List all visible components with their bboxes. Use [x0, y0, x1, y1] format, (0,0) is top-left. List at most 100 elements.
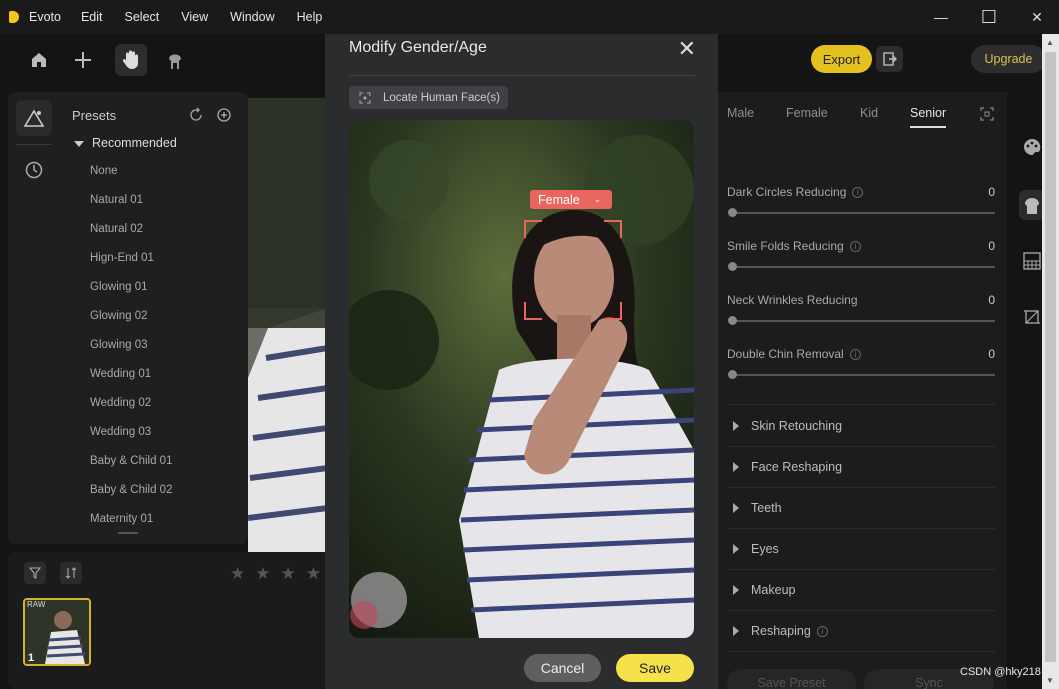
- tab-kid[interactable]: Kid: [860, 106, 878, 120]
- palette-icon[interactable]: [1023, 138, 1041, 161]
- preset-group-recommended[interactable]: Recommended: [74, 136, 177, 150]
- compare-icon[interactable]: [980, 107, 994, 126]
- info-icon[interactable]: i: [849, 349, 861, 361]
- face-detection-box[interactable]: [524, 220, 622, 320]
- tab-female[interactable]: Female: [786, 106, 828, 120]
- slider-label: Neck Wrinkles Reducing: [727, 293, 858, 307]
- preset-item[interactable]: Natural 02: [90, 223, 143, 235]
- cancel-button[interactable]: Cancel: [524, 654, 601, 682]
- preset-item[interactable]: Maternity 01: [90, 513, 153, 525]
- slider-label: Dark Circles Reducing i: [727, 185, 864, 199]
- accordion-makeup[interactable]: Makeup: [727, 570, 995, 611]
- menu-select[interactable]: Select: [125, 10, 160, 24]
- star-icon[interactable]: ★: [230, 564, 245, 584]
- preset-item[interactable]: Wedding 03: [90, 426, 151, 438]
- info-icon[interactable]: i: [852, 187, 864, 199]
- locate-faces-button[interactable]: Locate Human Face(s): [349, 86, 508, 109]
- hand-tool-icon[interactable]: [115, 44, 147, 76]
- preset-item[interactable]: None: [90, 165, 118, 177]
- maximize-button[interactable]: ☐: [964, 0, 1014, 34]
- caret-right-icon: [733, 585, 739, 595]
- slider-track[interactable]: [730, 212, 995, 214]
- save-button[interactable]: Save: [616, 654, 694, 682]
- slider-value: 0: [988, 347, 995, 361]
- reset-icon[interactable]: [188, 107, 204, 128]
- star-icon[interactable]: ★: [306, 564, 321, 584]
- accordion-skin-retouching[interactable]: Skin Retouching: [727, 406, 995, 447]
- home-icon[interactable]: [23, 44, 55, 76]
- scroll-down-icon[interactable]: ▼: [1046, 676, 1054, 685]
- preset-item[interactable]: Baby & Child 01: [90, 455, 172, 467]
- add-preset-icon[interactable]: [216, 107, 232, 128]
- slider-track[interactable]: [730, 320, 995, 322]
- info-icon[interactable]: i: [816, 625, 828, 637]
- filmstrip: ★ ★ ★ ★ RAW 1: [8, 552, 328, 689]
- presets-scrollbar[interactable]: [118, 532, 138, 534]
- retouch-tool-icon[interactable]: [159, 44, 191, 76]
- preset-item[interactable]: Wedding 02: [90, 397, 151, 409]
- face-box-corner: [604, 302, 622, 320]
- menu-edit[interactable]: Edit: [81, 10, 103, 24]
- slider-track[interactable]: [730, 266, 995, 268]
- tab-male[interactable]: Male: [727, 106, 754, 120]
- preset-item[interactable]: Glowing 03: [90, 339, 148, 351]
- rating-stars[interactable]: ★ ★ ★ ★: [230, 564, 321, 584]
- preset-item[interactable]: Natural 01: [90, 194, 143, 206]
- accordion-teeth[interactable]: Teeth: [727, 488, 995, 529]
- slider-label: Double Chin Removal i: [727, 347, 861, 361]
- info-icon[interactable]: i: [849, 241, 861, 253]
- dialog-title: Modify Gender/Age: [349, 39, 487, 56]
- gender-selector[interactable]: Female ⌄: [530, 190, 612, 209]
- crop-tool-icon[interactable]: [1023, 308, 1041, 331]
- background-tool-icon[interactable]: [1023, 252, 1041, 275]
- upgrade-button[interactable]: Upgrade: [971, 45, 1046, 73]
- scrollbar-thumb[interactable]: [1045, 52, 1056, 662]
- tab-underline: [910, 126, 946, 128]
- star-icon[interactable]: ★: [255, 564, 270, 584]
- preset-item[interactable]: Glowing 02: [90, 310, 148, 322]
- slider-knob[interactable]: [728, 316, 737, 325]
- caret-right-icon: [733, 626, 739, 636]
- presets-panel: Presets Recommended None Natural 01 Natu…: [8, 92, 248, 544]
- preset-item[interactable]: Glowing 01: [90, 281, 148, 293]
- rail-divider: [16, 144, 52, 145]
- watermark: CSDN @hky218: [960, 666, 1041, 678]
- preset-item[interactable]: Hign-End 01: [90, 252, 154, 264]
- app-area: Export Upgrade Presets Recommended None …: [0, 34, 1059, 689]
- close-window-button[interactable]: ✕: [1012, 0, 1059, 34]
- history-icon[interactable]: [16, 152, 52, 188]
- slider-track[interactable]: [730, 374, 995, 376]
- sort-icon[interactable]: [60, 562, 82, 584]
- window-scrollbar[interactable]: ▲ ▼: [1042, 34, 1059, 689]
- close-icon[interactable]: ✕: [678, 36, 696, 62]
- presets-tab-icon[interactable]: [16, 100, 52, 136]
- slider-label-text: Dark Circles Reducing: [727, 185, 847, 199]
- accordion-face-reshaping[interactable]: Face Reshaping: [727, 447, 995, 488]
- slider-knob[interactable]: [728, 370, 737, 379]
- export-button[interactable]: Export: [811, 45, 872, 73]
- add-icon[interactable]: [67, 44, 99, 76]
- slider-value: 0: [988, 293, 995, 307]
- star-icon[interactable]: ★: [281, 564, 296, 584]
- slider-label-text: Double Chin Removal: [727, 347, 844, 361]
- accordion-label: Teeth: [751, 501, 782, 515]
- accordion-reshaping[interactable]: Reshaping i: [727, 611, 995, 652]
- slider-knob[interactable]: [728, 262, 737, 271]
- preset-item[interactable]: Baby & Child 02: [90, 484, 172, 496]
- export-settings-icon[interactable]: [876, 46, 903, 72]
- thumbnail[interactable]: RAW 1: [23, 598, 91, 666]
- accordion-eyes[interactable]: Eyes: [727, 529, 995, 570]
- menu-view[interactable]: View: [181, 10, 208, 24]
- minimize-button[interactable]: —: [916, 0, 966, 34]
- save-preset-button[interactable]: Save Preset: [727, 669, 856, 689]
- menu-help[interactable]: Help: [297, 10, 323, 24]
- tab-senior[interactable]: Senior: [910, 106, 946, 120]
- slider-knob[interactable]: [728, 208, 737, 217]
- preset-item[interactable]: Wedding 01: [90, 368, 151, 380]
- portrait-photo: Female ⌄: [349, 120, 694, 638]
- slider-label-text: Neck Wrinkles Reducing: [727, 293, 858, 307]
- filter-icon[interactable]: [24, 562, 46, 584]
- menu-window[interactable]: Window: [230, 10, 274, 24]
- scroll-up-icon[interactable]: ▲: [1046, 38, 1054, 47]
- section-divider: [727, 404, 995, 405]
